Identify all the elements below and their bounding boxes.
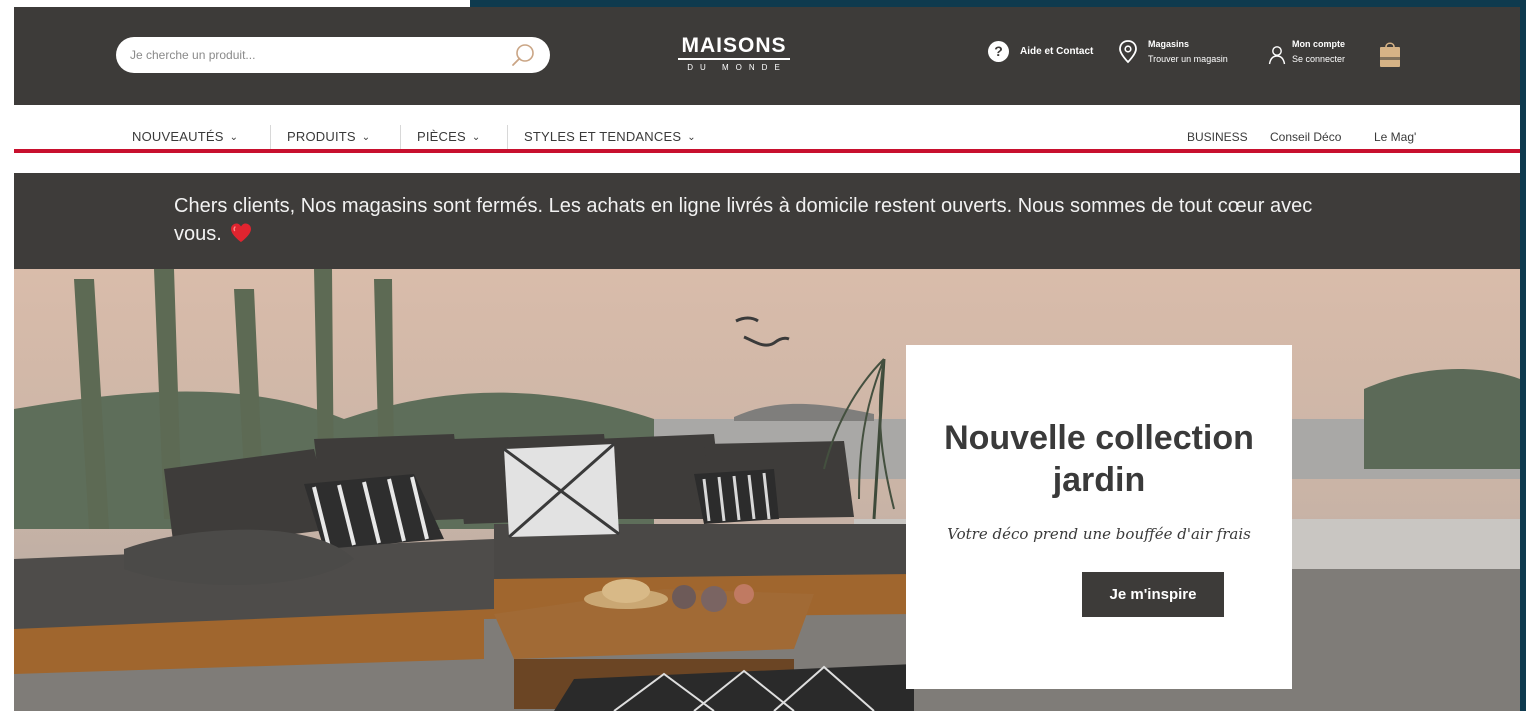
- stores-subtitle: Trouver un magasin: [1148, 54, 1228, 64]
- nav-item-produits[interactable]: PRODUITS ⌄: [287, 129, 370, 144]
- help-label: Aide et Contact: [1020, 46, 1094, 57]
- search-box: [116, 37, 550, 73]
- nav-item-label: PRODUITS: [287, 129, 356, 144]
- nav-item-label: NOUVEAUTÉS: [132, 129, 224, 144]
- account-title: Mon compte: [1292, 39, 1345, 49]
- hero-garden-image: [14, 269, 1520, 711]
- frame-left-strip: [0, 0, 14, 711]
- main-nav: NOUVEAUTÉS ⌄ PRODUITS ⌄ PIÈCES ⌄ STYLES ET …: [14, 105, 1520, 153]
- highlight-line-top: [14, 149, 1520, 153]
- account-link[interactable]: Mon compte Se connecter: [1268, 37, 1378, 71]
- location-pin-icon: [1119, 40, 1137, 64]
- chevron-down-icon: ⌄: [687, 132, 696, 143]
- chevron-down-icon: ⌄: [361, 132, 371, 143]
- nav-item-label: PIÈCES: [417, 129, 466, 144]
- chevron-down-icon: ⌄: [229, 132, 239, 143]
- promo-card: Nouvelle collection jardin Votre déco pr…: [906, 345, 1292, 689]
- heart-icon: [230, 223, 252, 251]
- user-icon: [1268, 46, 1286, 65]
- search-input[interactable]: [130, 37, 500, 73]
- promo-title: Nouvelle collection jardin: [944, 419, 1254, 499]
- brand-logo[interactable]: MAISONS DU MONDE: [678, 35, 790, 75]
- announcement-text-block: Chers clients, Nos magasins sont fermés.…: [174, 192, 1354, 251]
- nav-link-business[interactable]: BUSINESS: [1187, 130, 1248, 144]
- nav-link-le-mag[interactable]: Le Mag': [1374, 130, 1416, 144]
- logo-sub-text: DU MONDE: [687, 63, 787, 72]
- header-bar: MAISONS DU MONDE ? Aide et Contact Magas…: [14, 7, 1520, 105]
- inspire-button[interactable]: Je m'inspire: [1082, 572, 1224, 617]
- nav-divider: [270, 125, 271, 149]
- nav-link-conseil-deco[interactable]: Conseil Déco: [1270, 130, 1341, 144]
- nav-item-label: STYLES ET TENDANCES: [524, 129, 682, 144]
- announcement-text: Chers clients, Nos magasins sont fermés.…: [174, 195, 1313, 245]
- page: MAISONS DU MONDE ? Aide et Contact Magas…: [14, 7, 1520, 711]
- chevron-down-icon: ⌄: [471, 132, 481, 143]
- nav-divider: [507, 125, 508, 149]
- shopping-bag-icon[interactable]: [1378, 39, 1402, 69]
- announcement-banner: Chers clients, Nos magasins sont fermés.…: [14, 173, 1520, 269]
- logo-main-text: MAISONS: [678, 35, 790, 60]
- stores-link[interactable]: Magasins Trouver un magasin: [1118, 37, 1258, 71]
- help-icon: ?: [988, 41, 1009, 62]
- nav-item-styles-tendances[interactable]: STYLES ET TENDANCES ⌄: [524, 129, 696, 144]
- frame-top-strip: [0, 0, 470, 7]
- nav-item-nouveautes[interactable]: NOUVEAUTÉS ⌄: [132, 129, 238, 144]
- nav-item-pieces[interactable]: PIÈCES ⌄: [417, 129, 480, 144]
- stores-title: Magasins: [1148, 39, 1190, 49]
- promo-subtitle: Votre déco prend une bouffée d'air frais: [947, 525, 1251, 543]
- account-subtitle: Se connecter: [1292, 54, 1346, 64]
- hero-banner[interactable]: Nouvelle collection jardin Votre déco pr…: [14, 269, 1520, 711]
- search-icon[interactable]: [510, 42, 536, 68]
- nav-divider: [400, 125, 401, 149]
